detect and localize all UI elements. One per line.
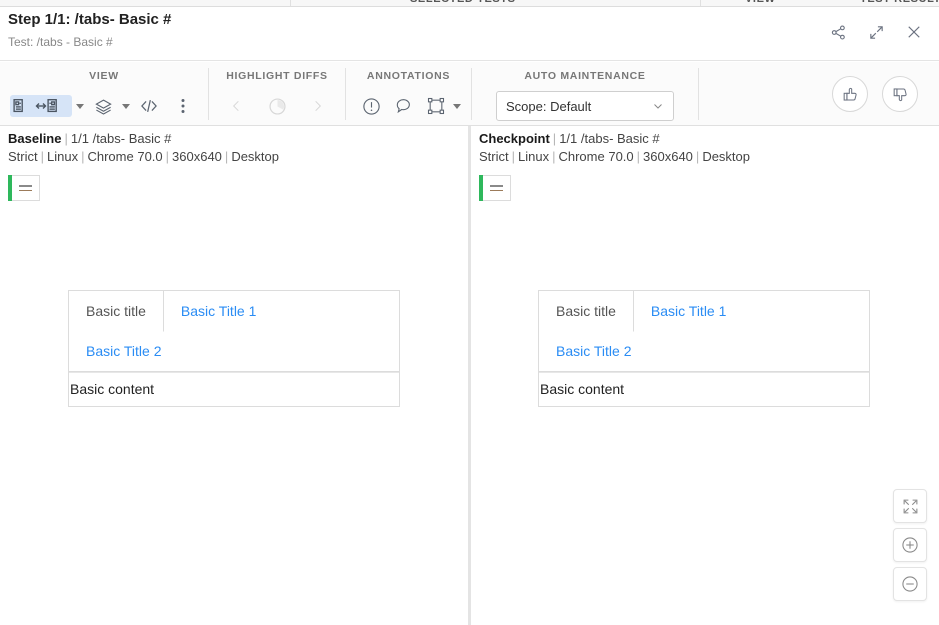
baseline-meta-browser: Chrome 70.0 <box>87 149 162 164</box>
checkpoint-status-badge[interactable] <box>479 175 511 201</box>
tabs-widget: Basic title Basic Title 1 Basic Title 2 … <box>68 290 400 407</box>
baseline-meta-device: Desktop <box>231 149 279 164</box>
code-icon[interactable] <box>134 91 164 121</box>
previous-diff-icon[interactable] <box>222 91 252 121</box>
expand-icon[interactable] <box>861 17 891 47</box>
tab-basic-title-2[interactable]: Basic Title 2 <box>69 331 178 371</box>
region-select-icon[interactable] <box>421 91 451 121</box>
side-by-side-view-toggle[interactable] <box>10 95 72 117</box>
zoom-out-icon[interactable] <box>893 567 927 601</box>
checkpoint-meta-device: Desktop <box>702 149 750 164</box>
checkpoint-title: Checkpoint <box>479 131 550 146</box>
page-title: Step 1/1: /tabs- Basic # <box>8 11 171 28</box>
annotations-chevron-down-icon[interactable] <box>453 104 461 109</box>
toolbar-group-auto-maintenance-label: AUTO MAINTENANCE <box>472 70 698 82</box>
baseline-status-icon <box>12 175 40 201</box>
share-icon[interactable] <box>823 17 853 47</box>
next-diff-icon[interactable] <box>302 91 332 121</box>
cut-off-header-strip: SELECTED TESTS VIEW TEST RESULTS <box>0 0 939 7</box>
baseline-meta-viewport: 360x640 <box>172 149 222 164</box>
toolbar-group-auto-maintenance: AUTO MAINTENANCE Scope: Default <box>472 62 698 126</box>
checkpoint-panel: Checkpoint|1/1 /tabs- Basic # Strict|Lin… <box>471 126 939 625</box>
thumbs-up-button[interactable] <box>832 76 868 112</box>
baseline-screenshot: Basic title Basic Title 1 Basic Title 2 … <box>68 290 400 407</box>
zoom-controls <box>893 489 927 601</box>
view-toggle-chevron-down-icon[interactable] <box>76 104 84 109</box>
baseline-step-name: /tabs- Basic # <box>93 131 172 146</box>
checkpoint-meta-os: Linux <box>518 149 549 164</box>
baseline-meta-os: Linux <box>47 149 78 164</box>
tab-basic-title-1[interactable]: Basic Title 1 <box>164 291 273 331</box>
tab-basic-title[interactable]: Basic title <box>69 291 164 332</box>
checkpoint-screenshot: Basic title Basic Title 1 Basic Title 2 … <box>538 290 870 407</box>
tab-basic-title[interactable]: Basic title <box>539 291 634 332</box>
highlight-diffs-refresh-icon[interactable] <box>262 91 292 121</box>
checkpoint-step-name: /tabs- Basic # <box>581 131 660 146</box>
scope-select[interactable]: Scope: Default <box>496 91 674 121</box>
toolbar-group-feedback <box>820 62 930 126</box>
scope-select-value: Scope: Default <box>506 99 591 114</box>
comparison-viewer: SELECTED TESTS VIEW TEST RESULTS Step 1/… <box>0 0 939 625</box>
scope-chevron-down-icon <box>652 100 664 112</box>
tabs-nav: Basic title Basic Title 1 Basic Title 2 <box>539 291 869 372</box>
cut-header-selected-tests: SELECTED TESTS <box>410 0 516 5</box>
checkpoint-count: 1/1 <box>559 131 577 146</box>
issue-icon[interactable] <box>357 91 387 121</box>
title-bar: Step 1/1: /tabs- Basic # Test: /tabs - B… <box>0 7 939 61</box>
page-subtitle: Test: /tabs - Basic # <box>8 35 113 49</box>
checkpoint-header: Checkpoint|1/1 /tabs- Basic # Strict|Lin… <box>479 131 750 164</box>
baseline-meta-strict: Strict <box>8 149 38 164</box>
comparison-stage: Baseline|1/1 /tabs- Basic # Strict|Linux… <box>0 126 939 625</box>
tabs-content: Basic content <box>69 372 399 406</box>
cut-header-test-results: TEST RESULTS <box>860 0 939 5</box>
checkpoint-meta-browser: Chrome 70.0 <box>558 149 633 164</box>
layers-chevron-down-icon[interactable] <box>122 104 130 109</box>
checkpoint-meta-viewport: 360x640 <box>643 149 693 164</box>
checkpoint-meta-strict: Strict <box>479 149 509 164</box>
tabs-content: Basic content <box>539 372 869 406</box>
tab-basic-title-1[interactable]: Basic Title 1 <box>634 291 743 331</box>
comment-icon[interactable] <box>389 91 419 121</box>
toolbar-group-annotations: ANNOTATIONS <box>346 62 471 126</box>
toolbar-group-highlight-diffs: HIGHLIGHT DIFFS <box>209 62 345 126</box>
toolbar: VIEW <box>0 62 939 126</box>
checkpoint-status-icon <box>483 175 511 201</box>
toolbar-group-highlight-diffs-label: HIGHLIGHT DIFFS <box>209 70 345 82</box>
thumbs-down-button[interactable] <box>882 76 918 112</box>
baseline-status-badge[interactable] <box>8 175 40 201</box>
baseline-panel: Baseline|1/1 /tabs- Basic # Strict|Linux… <box>0 126 468 625</box>
baseline-title: Baseline <box>8 131 61 146</box>
cut-header-view: VIEW <box>745 0 776 5</box>
zoom-in-icon[interactable] <box>893 528 927 562</box>
toolbar-group-view-label: VIEW <box>0 70 208 82</box>
toolbar-group-annotations-label: ANNOTATIONS <box>346 70 471 82</box>
tabs-nav: Basic title Basic Title 1 Basic Title 2 <box>69 291 399 372</box>
layers-icon[interactable] <box>88 91 118 121</box>
title-actions <box>823 17 929 47</box>
baseline-header: Baseline|1/1 /tabs- Basic # Strict|Linux… <box>8 131 279 164</box>
baseline-count: 1/1 <box>71 131 89 146</box>
tabs-widget: Basic title Basic Title 1 Basic Title 2 … <box>538 290 870 407</box>
tab-basic-title-2[interactable]: Basic Title 2 <box>539 331 648 371</box>
close-icon[interactable] <box>899 17 929 47</box>
fit-to-screen-icon[interactable] <box>893 489 927 523</box>
toolbar-group-view: VIEW <box>0 62 208 126</box>
more-options-icon[interactable] <box>168 91 198 121</box>
